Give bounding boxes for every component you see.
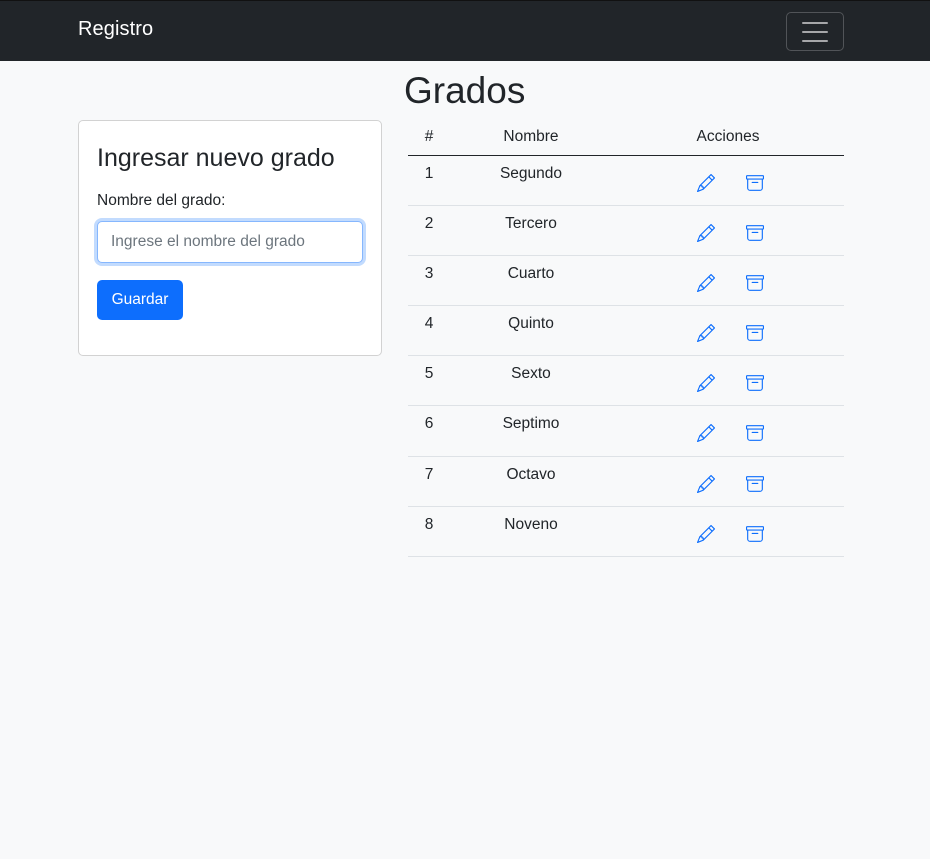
row-number: 4 (408, 305, 450, 357)
pencil-icon (697, 223, 715, 242)
edit-button[interactable] (696, 323, 716, 343)
row-number: 8 (408, 506, 450, 558)
archive-icon (746, 275, 764, 291)
page-title: Grados (404, 70, 526, 111)
archive-button[interactable] (745, 423, 765, 443)
row-actions (612, 255, 844, 307)
row-number: 6 (408, 405, 450, 457)
navbar: Registro (0, 0, 930, 61)
row-actions (612, 355, 844, 407)
navbar-toggler-button[interactable] (786, 12, 844, 51)
table-row: 8 Noveno (408, 506, 844, 558)
archive-button[interactable] (745, 173, 765, 193)
header-actions: Acciones (612, 120, 844, 156)
row-number: 2 (408, 205, 450, 256)
pencil-icon (697, 524, 715, 543)
table-row: 4 Quinto (408, 305, 844, 357)
edit-button[interactable] (696, 474, 716, 494)
archive-icon (746, 224, 764, 241)
table-row: 1 Segundo (408, 155, 844, 206)
pencil-icon (697, 474, 715, 493)
row-name: Cuarto (450, 255, 612, 307)
row-actions (612, 506, 844, 558)
card-title: Ingresar nuevo grado (97, 144, 335, 172)
row-name: Noveno (450, 506, 612, 558)
row-number: 3 (408, 255, 450, 307)
save-button[interactable]: Guardar (97, 280, 183, 320)
row-actions (612, 456, 844, 507)
archive-icon (746, 525, 764, 542)
archive-icon (746, 375, 764, 392)
header-name: Nombre (450, 120, 612, 156)
archive-icon (746, 425, 764, 442)
edit-button[interactable] (696, 423, 716, 443)
archive-icon (746, 174, 764, 191)
edit-button[interactable] (696, 173, 716, 193)
row-name: Octavo (450, 456, 612, 507)
archive-button[interactable] (745, 223, 765, 243)
edit-button[interactable] (696, 524, 716, 544)
row-number: 7 (408, 456, 450, 507)
archive-icon (746, 475, 764, 492)
edit-button[interactable] (696, 223, 716, 243)
archive-button[interactable] (745, 273, 765, 293)
row-name: Septimo (450, 405, 612, 457)
header-number: # (408, 120, 450, 156)
archive-button[interactable] (745, 323, 765, 343)
row-actions (612, 305, 844, 357)
archive-button[interactable] (745, 524, 765, 544)
row-actions (612, 205, 844, 256)
row-name: Segundo (450, 155, 612, 206)
pencil-icon (697, 273, 715, 292)
table-header-row: # Nombre Acciones (408, 120, 844, 156)
table-row: 6 Septimo (408, 405, 844, 457)
row-number: 1 (408, 155, 450, 206)
row-name: Quinto (450, 305, 612, 357)
pencil-icon (697, 324, 715, 343)
archive-icon (746, 325, 764, 341)
new-grade-card: Ingresar nuevo grado Nombre del grado: G… (78, 120, 382, 356)
grade-name-input[interactable] (97, 221, 363, 263)
archive-button[interactable] (745, 474, 765, 494)
row-actions (612, 155, 844, 206)
navbar-brand[interactable]: Registro (78, 18, 153, 41)
menu-icon (802, 21, 828, 42)
pencil-icon (697, 424, 715, 443)
archive-button[interactable] (745, 373, 765, 393)
row-name: Sexto (450, 355, 612, 407)
grades-table: # Nombre Acciones 1 Segundo 2 Tercero 3 … (408, 120, 844, 558)
row-number: 5 (408, 355, 450, 407)
edit-button[interactable] (696, 273, 716, 293)
row-name: Tercero (450, 205, 612, 256)
edit-button[interactable] (696, 373, 716, 393)
pencil-icon (697, 173, 715, 192)
pencil-icon (697, 374, 715, 393)
grade-name-label: Nombre del grado: (97, 192, 226, 209)
table-row: 2 Tercero (408, 205, 844, 256)
table-row: 7 Octavo (408, 456, 844, 507)
row-actions (612, 405, 844, 457)
table-row: 5 Sexto (408, 355, 844, 407)
table-row: 3 Cuarto (408, 255, 844, 307)
